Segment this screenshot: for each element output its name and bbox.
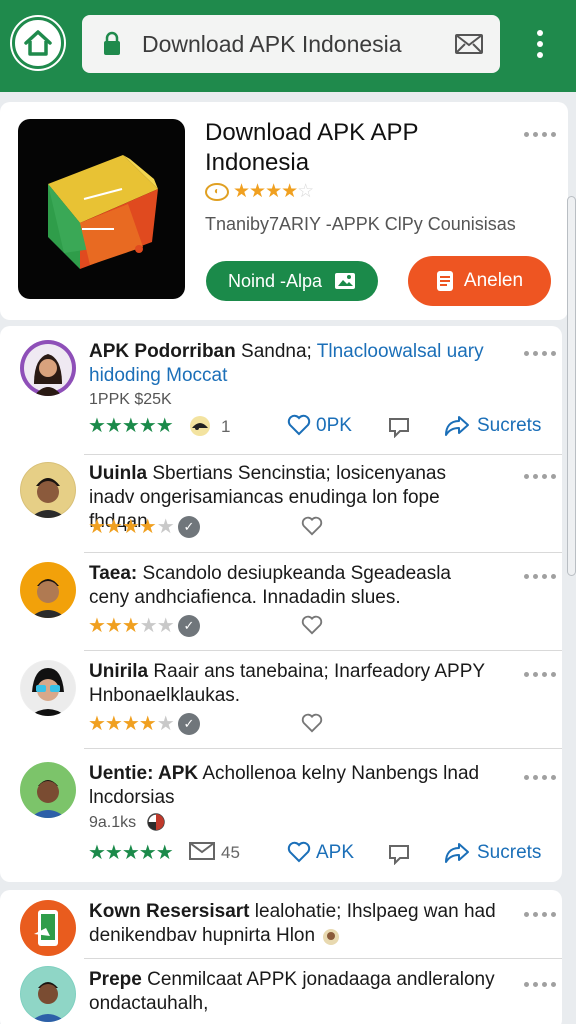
review-more-icon[interactable] xyxy=(524,982,556,987)
app-more-icon[interactable] xyxy=(524,132,556,137)
cube-logo-icon xyxy=(48,155,158,269)
review-author: APK Podorriban xyxy=(89,341,236,362)
review-text: Taea: Scandolo desiupkeanda Sgeadeasla c… xyxy=(89,562,489,610)
scrollbar[interactable] xyxy=(567,196,576,576)
review-item: Kown Resersisart lealohatie; Ihslpaeg wa… xyxy=(0,890,562,958)
lock-icon xyxy=(104,31,120,55)
review-body: Cenmilcaat APPK jonadaaga andleralony on… xyxy=(89,969,495,1014)
verified-check-icon: ✓ xyxy=(178,615,200,637)
comment-icon[interactable] xyxy=(388,843,410,865)
review-item: APK Podorriban Sandna; Tlnacloowalsal ua… xyxy=(0,326,562,454)
emoji-icon xyxy=(190,416,210,436)
review-item: Uentie: APK Achollenoa kelny Nanbengs ln… xyxy=(0,748,562,882)
home-button[interactable] xyxy=(12,17,64,69)
review-item: Taea: Scandolo desiupkeanda Sgeadeasla c… xyxy=(0,552,562,650)
review-text: Kown Resersisart lealohatie; Ihslpaeg wa… xyxy=(89,900,509,948)
like-label[interactable]: 0PK xyxy=(316,415,352,437)
comment-icon[interactable] xyxy=(388,416,410,438)
heart-icon[interactable] xyxy=(287,841,311,863)
app-card: Download APK APP Indonesia ◐ ★★★★☆ Tnani… xyxy=(0,102,568,320)
share-label[interactable]: Sucrets xyxy=(477,842,541,864)
contrast-icon xyxy=(147,813,165,831)
review-author: Uuinla xyxy=(89,463,148,484)
image-icon xyxy=(335,273,356,289)
review-more-icon[interactable] xyxy=(524,351,556,356)
review-more-icon[interactable] xyxy=(524,574,556,579)
review-item: Uuinla Sbertians Sencinstia; losicenyana… xyxy=(0,454,562,552)
emoji-icon xyxy=(323,929,339,945)
mail-icon[interactable] xyxy=(189,841,215,861)
reviews-panel: APK Podorriban Sandna; Tlnacloowalsal ua… xyxy=(0,326,562,882)
review-more-icon[interactable] xyxy=(524,912,556,917)
avatar[interactable] xyxy=(20,562,76,618)
review-stars: ★★★★★ xyxy=(88,516,175,538)
avatar[interactable] xyxy=(20,900,76,956)
share-icon[interactable] xyxy=(444,842,470,864)
rating-stars: ★★★★☆ xyxy=(233,181,314,202)
app-rating: ◐ ★★★★☆ xyxy=(205,180,314,203)
review-more-icon[interactable] xyxy=(524,775,556,780)
share-label[interactable]: Sucrets xyxy=(477,415,541,437)
mail-icon[interactable] xyxy=(454,32,484,56)
review-body: Raair ans tanebaina; Inarfeadory APPY Hn… xyxy=(89,661,485,706)
heart-icon[interactable] xyxy=(301,615,323,635)
heart-icon[interactable] xyxy=(287,414,311,436)
message-count: 45 xyxy=(221,843,240,862)
rating-badge-icon: ◐ xyxy=(205,182,229,201)
review-more-icon[interactable] xyxy=(524,672,556,677)
avatar[interactable] xyxy=(20,762,76,818)
open-button[interactable]: Anelen xyxy=(408,256,551,306)
document-icon xyxy=(436,271,453,291)
app-subtitle: Tnanibу7ARIY -APPK ClPy Counisisas xyxy=(205,214,516,234)
avatar[interactable] xyxy=(20,660,76,716)
avatar[interactable] xyxy=(20,340,76,396)
verified-check-icon: ✓ xyxy=(178,713,200,735)
review-author: Taea: xyxy=(89,563,138,584)
avatar[interactable] xyxy=(20,966,76,1022)
review-stars: ★★★★★ xyxy=(88,615,175,637)
review-author: Kown Resersisart xyxy=(89,901,250,922)
verified-check-icon: ✓ xyxy=(178,516,200,538)
review-item: Prepe Cenmilcaat APPK jonadaaga andleral… xyxy=(0,958,562,1024)
review-text: APK Podorriban Sandna; Tlnacloowalsal ua… xyxy=(89,340,509,388)
review-author: Unirila xyxy=(89,661,149,682)
review-more-icon[interactable] xyxy=(524,474,556,479)
review-stars: ★★★★★ xyxy=(88,713,175,735)
review-stars: ★★★★★ xyxy=(88,842,174,864)
browser-toolbar: Download APK Indonesia xyxy=(0,0,576,92)
app-icon[interactable] xyxy=(18,119,185,299)
review-author: Uentie: APK xyxy=(89,763,199,784)
review-body: Sandna; xyxy=(241,341,312,362)
review-meta: 9a.1ks xyxy=(89,814,137,831)
app-title: Download APK APP Indonesia xyxy=(205,119,419,176)
review-stars: ★★★★★ xyxy=(88,415,174,437)
install-button[interactable]: Noind -Alpa xyxy=(206,261,378,301)
review-author: Prepe xyxy=(89,969,142,990)
review-meta: 1PPK $25K xyxy=(89,391,172,408)
home-icon xyxy=(24,30,52,56)
like-label[interactable]: APK xyxy=(316,842,354,864)
avatar[interactable] xyxy=(20,462,76,518)
heart-icon[interactable] xyxy=(301,713,323,733)
review-text: Uentie: APK Achollenoa kelny Nanbengs ln… xyxy=(89,762,509,810)
address-bar[interactable]: Download APK Indonesia xyxy=(82,15,500,73)
install-label: Noind -Alpa xyxy=(227,270,323,291)
url-text: Download APK Indonesia xyxy=(142,30,402,57)
reviews-panel-2: Kown Resersisart lealohatie; Ihslpaeg wa… xyxy=(0,890,562,1024)
reaction-count: 1 xyxy=(221,417,231,436)
open-label: Anelen xyxy=(463,270,524,291)
share-icon[interactable] xyxy=(444,415,470,437)
review-body: Scandolo desiupkeanda Sgeadeasla ceny an… xyxy=(89,563,451,608)
browser-menu-button[interactable] xyxy=(528,24,552,64)
heart-icon[interactable] xyxy=(301,516,323,536)
review-item: Unirila Raair ans tanebaina; Inarfeadory… xyxy=(0,650,562,748)
review-text: Prepe Cenmilcaat APPK jonadaaga andleral… xyxy=(89,968,509,1016)
review-text: Unirila Raair ans tanebaina; Inarfeadory… xyxy=(89,660,489,708)
